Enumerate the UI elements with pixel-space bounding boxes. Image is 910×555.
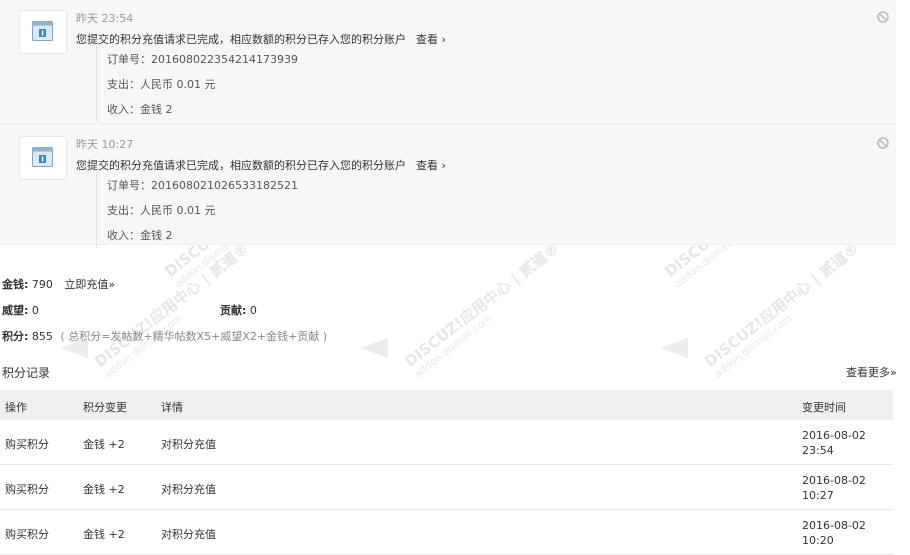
row-detail: 对积分充值	[161, 438, 216, 451]
avatar	[19, 136, 67, 180]
app-notice-icon	[32, 147, 53, 167]
notification-time: 昨天 10:27	[76, 138, 134, 151]
row-action: 购买积分	[5, 483, 49, 496]
ignore-icon[interactable]	[877, 137, 889, 149]
table-header: 操作 积分变更 详情 变更时间	[0, 390, 893, 420]
row-action: 购买积分	[5, 528, 49, 541]
income: 收入：金钱 2	[107, 103, 173, 116]
table-row: 购买积分 金钱 +2 对积分充值 2016-08-02 10:20	[0, 510, 893, 555]
header-change: 积分变更	[83, 401, 127, 414]
prestige-value: 0	[31, 304, 39, 317]
table-row: 购买积分 金钱 +2 对积分充值 2016-08-02 23:54	[0, 420, 893, 465]
message-text: 您提交的积分充值请求已完成，相应数额的积分已存入您的积分账户	[76, 33, 406, 46]
points-formula: ( 总积分=发帖数+精华帖数X5+威望X2+金钱+贡献 )	[60, 330, 328, 343]
watermark: DISCUZ!应用中心 | 贰道®addon.dismall.com	[701, 239, 863, 381]
row-detail: 对积分充值	[161, 483, 216, 496]
ignore-icon[interactable]	[877, 11, 889, 23]
row-time: 2016-08-02 10:27	[802, 474, 866, 502]
prestige-line: 威望: 0	[2, 302, 39, 318]
table-row: 购买积分 金钱 +2 对积分充值 2016-08-02 10:27	[0, 465, 893, 510]
notification-message: 您提交的积分充值请求已完成，相应数额的积分已存入您的积分账户 查看 ›	[76, 31, 446, 47]
points-value: 855	[31, 330, 53, 343]
points-label: 积分:	[2, 330, 29, 343]
message-text: 您提交的积分充值请求已完成，相应数额的积分已存入您的积分账户	[76, 159, 406, 172]
watermark-arrow	[660, 338, 688, 358]
notification-item: 昨天 10:27 您提交的积分充值请求已完成，相应数额的积分已存入您的积分账户查…	[0, 126, 896, 248]
header-detail: 详情	[161, 401, 183, 414]
row-time: 2016-08-02 10:20	[802, 519, 866, 547]
contribution-label: 贡献:	[220, 304, 247, 317]
contribution-line: 贡献: 0	[220, 302, 257, 318]
notification-details: 订单号：201608021026533182521 支出：人民币 0.01 元 …	[96, 173, 298, 248]
view-link[interactable]: 查看 ›	[416, 33, 446, 46]
money-line: 金钱: 790 立即充值»	[2, 276, 115, 292]
avatar	[19, 10, 67, 54]
notification-message: 您提交的积分充值请求已完成，相应数额的积分已存入您的积分账户 查看 ›	[76, 157, 446, 173]
watermark-arrow	[360, 338, 388, 358]
notification-item: 昨天 23:54 您提交的积分充值请求已完成，相应数额的积分已存入您的积分账户查…	[0, 0, 896, 125]
recharge-link[interactable]: 立即充值»	[64, 278, 115, 291]
money-value: 790	[31, 278, 53, 291]
order-number: 订单号：201608021026533182521	[107, 179, 298, 192]
contribution-value: 0	[249, 304, 257, 317]
view-more-link[interactable]: 查看更多»	[846, 364, 897, 380]
points-line: 积分: 855 ( 总积分=发帖数+精华帖数X5+威望X2+金钱+贡献 )	[2, 328, 327, 344]
expense: 支出：人民币 0.01 元	[107, 204, 216, 217]
row-time: 2016-08-02 23:54	[802, 429, 866, 457]
section-title: 积分记录	[2, 366, 51, 380]
row-action: 购买积分	[5, 438, 49, 451]
app-notice-icon	[32, 21, 53, 41]
expense: 支出：人民币 0.01 元	[107, 78, 216, 91]
header-action: 操作	[5, 401, 27, 414]
credit-log-table: 操作 积分变更 详情 变更时间 购买积分 金钱 +2 对积分充值 2016-08…	[0, 390, 893, 555]
row-detail: 对积分充值	[161, 528, 216, 541]
view-link[interactable]: 查看 ›	[416, 159, 446, 172]
notification-time: 昨天 23:54	[76, 12, 134, 25]
watermark: DISCUZ!应用中心 | 贰道®addon.dismall.com	[401, 239, 563, 381]
notification-details: 订单号：20160802235421417393​9 支出：人民币 0.01 元…	[96, 47, 298, 122]
prestige-label: 威望:	[2, 304, 29, 317]
header-time: 变更时间	[802, 401, 846, 414]
row-change: 金钱 +2	[83, 483, 125, 496]
row-change: 金钱 +2	[83, 438, 125, 451]
income: 收入：金钱 2	[107, 229, 173, 242]
money-label: 金钱:	[2, 278, 29, 291]
row-change: 金钱 +2	[83, 528, 125, 541]
order-number: 订单号：20160802235421417393​9	[107, 53, 298, 66]
